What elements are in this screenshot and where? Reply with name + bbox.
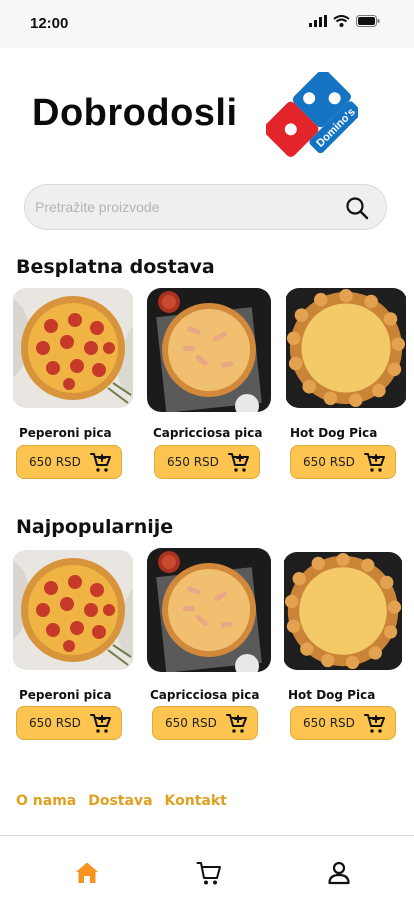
add-to-cart-icon xyxy=(90,714,111,734)
product-image-hot-dog[interactable] xyxy=(285,288,407,408)
status-bar: 12:00 xyxy=(0,0,414,48)
footer-link-about[interactable]: O nama xyxy=(16,793,76,809)
signal-icon xyxy=(309,15,327,27)
brand-logo: Domino's xyxy=(263,69,362,164)
status-icons xyxy=(309,15,380,27)
add-to-cart-icon xyxy=(228,453,249,473)
section-title-free-delivery: Besplatna dostava xyxy=(16,256,215,278)
product-name: Capricciosa pica xyxy=(150,688,260,702)
product-name: Hot Dog Pica xyxy=(288,688,376,702)
add-to-cart-icon xyxy=(364,714,385,734)
product-price: 650 RSD xyxy=(303,716,355,730)
add-to-cart-button[interactable]: 650 RSD xyxy=(154,445,260,479)
footer-link-delivery[interactable]: Dostava xyxy=(88,793,152,809)
add-to-cart-icon xyxy=(226,714,247,734)
product-image-hot-dog[interactable] xyxy=(283,552,403,670)
product-name: Hot Dog Pica xyxy=(290,426,378,440)
add-to-cart-button[interactable]: 650 RSD xyxy=(290,706,396,740)
home-icon[interactable] xyxy=(74,860,100,886)
user-icon[interactable] xyxy=(326,860,352,886)
product-price: 650 RSD xyxy=(165,716,217,730)
product-price: 650 RSD xyxy=(29,716,81,730)
search-input[interactable] xyxy=(35,193,335,221)
product-image-capricciosa[interactable] xyxy=(147,548,271,672)
search-icon[interactable] xyxy=(344,195,370,221)
add-to-cart-button[interactable]: 650 RSD xyxy=(290,445,396,479)
product-image-pepperoni[interactable] xyxy=(12,288,134,408)
footer-link-contact[interactable]: Kontakt xyxy=(165,793,227,809)
status-time: 12:00 xyxy=(30,15,69,32)
product-name: Peperoni pica xyxy=(19,688,112,702)
product-price: 650 RSD xyxy=(29,455,81,469)
product-price: 650 RSD xyxy=(303,455,355,469)
add-to-cart-button[interactable]: 650 RSD xyxy=(152,706,258,740)
page-title: Dobrodosli xyxy=(32,92,238,134)
battery-icon xyxy=(356,15,380,27)
product-name: Capricciosa pica xyxy=(153,426,263,440)
add-to-cart-icon xyxy=(90,453,111,473)
product-image-capricciosa[interactable] xyxy=(147,288,271,412)
add-to-cart-button[interactable]: 650 RSD xyxy=(16,445,122,479)
section-title-most-popular: Najpopularnije xyxy=(16,516,174,538)
search-bar xyxy=(24,184,387,230)
add-to-cart-icon xyxy=(364,453,385,473)
product-price: 650 RSD xyxy=(167,455,219,469)
bottom-nav xyxy=(0,835,414,908)
product-image-pepperoni[interactable] xyxy=(12,550,134,670)
wifi-icon xyxy=(333,15,350,27)
footer-links: O nama Dostava Kontakt xyxy=(16,793,227,809)
cart-icon[interactable] xyxy=(196,860,222,886)
add-to-cart-button[interactable]: 650 RSD xyxy=(16,706,122,740)
product-name: Peperoni pica xyxy=(19,426,112,440)
